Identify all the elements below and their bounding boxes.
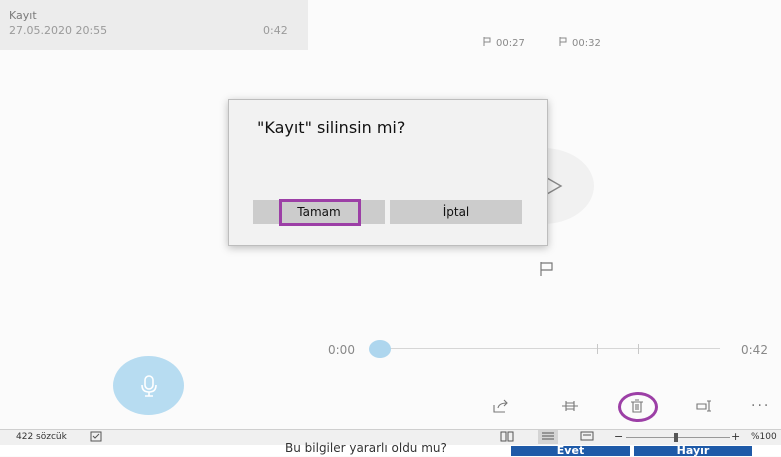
delete-confirm-dialog: "Kayıt" silinsin mi? Tamam İptal [228, 99, 548, 246]
feedback-question: Bu bilgiler yararlı oldu mu? [285, 441, 447, 455]
read-mode-icon[interactable] [500, 431, 514, 445]
share-button[interactable] [491, 398, 511, 414]
record-button[interactable] [113, 356, 184, 415]
add-marker-button[interactable] [539, 261, 555, 281]
ok-highlight [279, 199, 361, 226]
marker-time: 00:32 [572, 37, 601, 49]
recording-name: Kayıt [9, 9, 37, 22]
web-layout-icon[interactable] [580, 431, 594, 445]
zoom-in-icon[interactable]: + [731, 430, 740, 443]
marker-1[interactable]: 00:27 [483, 37, 525, 49]
delete-highlight [618, 392, 658, 422]
dialog-title: "Kayıt" silinsin mi? [257, 118, 406, 137]
flag-icon [540, 262, 553, 276]
print-layout-icon [542, 432, 554, 440]
recording-date: 27.05.2020 20:55 [9, 24, 108, 37]
zoom-level[interactable]: %100 [751, 432, 777, 442]
word-count[interactable]: 422 sözcük [16, 432, 67, 442]
marker-tick [638, 344, 639, 354]
zoom-out-icon[interactable]: − [614, 430, 623, 443]
cancel-button[interactable]: İptal [390, 200, 522, 224]
zoom-thumb[interactable] [674, 433, 678, 442]
rename-icon [696, 400, 711, 412]
proofing-icon[interactable] [90, 431, 102, 445]
rename-button[interactable] [695, 398, 715, 414]
marker-2[interactable]: 00:32 [559, 37, 601, 49]
marker-time: 00:27 [496, 37, 525, 49]
timeline-track[interactable] [380, 348, 720, 349]
timeline-end: 0:42 [741, 343, 768, 357]
timeline-thumb[interactable] [369, 340, 391, 358]
no-button[interactable]: Hayır [634, 445, 752, 456]
marker-tick [597, 344, 598, 354]
recording-list-item[interactable]: Kayıt 27.05.2020 20:55 0:42 [0, 0, 308, 50]
trim-icon [562, 401, 578, 411]
share-icon [493, 399, 508, 413]
trim-button[interactable] [560, 398, 580, 414]
timeline-start: 0:00 [328, 343, 355, 357]
print-layout-button[interactable] [538, 430, 558, 444]
more-button[interactable]: ··· [751, 398, 770, 414]
flag-icon [483, 37, 492, 49]
recording-duration: 0:42 [263, 24, 288, 37]
microphone-icon [140, 374, 157, 397]
flag-icon [559, 37, 568, 49]
yes-button[interactable]: Evet [511, 445, 630, 456]
zoom-slider[interactable] [626, 437, 730, 438]
